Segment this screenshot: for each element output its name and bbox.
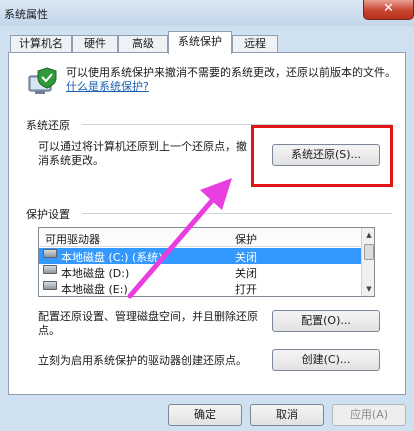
tab-remote[interactable]: 远程 — [232, 35, 278, 53]
drive-protection-status: 打开 — [235, 283, 257, 296]
column-available-drives[interactable]: 可用驱动器 — [45, 231, 100, 247]
intro-text: 可以使用系统保护来撤消不需要的系统更改，还原以前版本的文件。 — [66, 66, 396, 79]
create-button[interactable]: 创建(C)... — [272, 349, 380, 371]
intro-description: 可以使用系统保护来撤消不需要的系统更改，还原以前版本的文件。什么是系统保护? — [66, 66, 396, 94]
apply-button[interactable]: 应用(A) — [332, 404, 406, 426]
hard-disk-icon — [43, 265, 57, 274]
title-bar: 系统属性 ✕ — [0, 0, 414, 26]
drive-protection-status: 关闭 — [235, 267, 257, 280]
close-button[interactable]: ✕ — [363, 0, 414, 20]
system-restore-description: 可以通过将计算机还原到上一个还原点，撤消系统更改。 — [38, 140, 247, 167]
protection-settings-divider — [82, 213, 392, 214]
tab-computer-name[interactable]: 计算机名 — [10, 35, 72, 53]
cancel-button[interactable]: 取消 — [250, 404, 324, 426]
tab-advanced[interactable]: 高级 — [118, 35, 168, 53]
drive-name: 本地磁盘 (D:) — [61, 267, 130, 280]
tab-strip: 计算机名 硬件 高级 系统保护 远程 — [0, 30, 414, 54]
scroll-down-icon[interactable]: ▼ — [362, 282, 374, 296]
configure-description: 配置还原设置、管理磁盘空间，并且删除还原点。 — [38, 310, 258, 337]
drive-row[interactable]: 本地磁盘 (D:) 关闭 — [39, 264, 361, 280]
create-description: 立刻为启用系统保护的驱动器创建还原点。 — [38, 354, 247, 367]
ok-button[interactable]: 确定 — [168, 404, 242, 426]
tab-hardware[interactable]: 硬件 — [72, 35, 118, 53]
protection-settings-group-label: 保护设置 — [26, 208, 70, 221]
drive-row[interactable]: 本地磁盘 (C:) (系统) 关闭 — [39, 248, 361, 264]
highlight-box — [251, 125, 393, 187]
drive-protection-status: 关闭 — [235, 251, 257, 264]
tab-system-protection[interactable]: 系统保护 — [168, 31, 232, 54]
drive-row[interactable]: 本地磁盘 (E:) 打开 — [39, 280, 361, 296]
hard-disk-icon — [43, 281, 57, 290]
drive-name: 本地磁盘 (C:) (系统) — [61, 251, 163, 264]
what-is-system-protection-link[interactable]: 什么是系统保护? — [66, 80, 149, 93]
scroll-up-icon[interactable]: ▲ — [362, 228, 374, 242]
drives-list[interactable]: 可用驱动器 保护 本地磁盘 (C:) (系统) 关闭 本地磁盘 (D:) 关闭 … — [38, 227, 375, 297]
system-protection-icon — [28, 67, 57, 94]
system-protection-panel — [8, 52, 406, 395]
drive-name: 本地磁盘 (E:) — [61, 283, 128, 296]
drives-scrollbar[interactable]: ▲ ▼ — [361, 228, 374, 296]
scroll-thumb[interactable] — [364, 244, 374, 260]
window-title: 系统属性 — [4, 8, 48, 21]
configure-button[interactable]: 配置(O)... — [272, 310, 380, 332]
hard-disk-icon — [43, 249, 57, 258]
system-restore-group-label: 系统还原 — [26, 119, 70, 132]
column-protection[interactable]: 保护 — [235, 231, 257, 247]
close-icon: ✕ — [383, 1, 394, 16]
drives-list-header: 可用驱动器 保护 — [39, 228, 361, 247]
